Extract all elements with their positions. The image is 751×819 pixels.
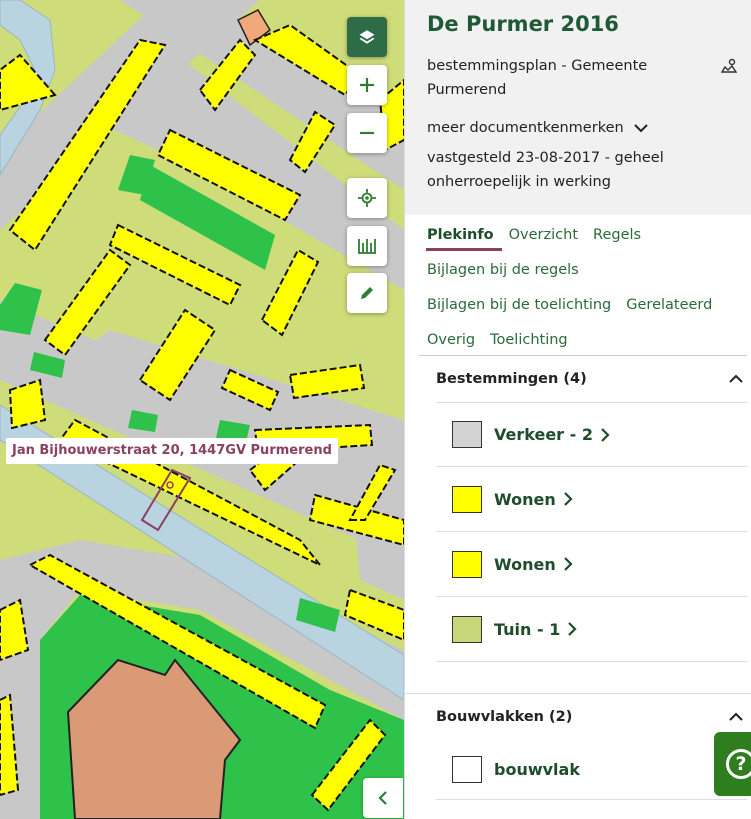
help-button[interactable]: ? <box>714 732 751 796</box>
legend-label: bouwvlak <box>494 760 580 779</box>
chevron-up-icon <box>729 374 743 383</box>
tab-plekinfo[interactable]: Plekinfo <box>426 215 502 251</box>
zoom-in-button[interactable] <box>347 65 387 105</box>
plan-header: De Purmer 2016 bestemmingsplan - Gemeent… <box>405 0 751 215</box>
tab-gerelateerd[interactable]: Gerelateerd <box>626 285 712 320</box>
chevron-right-icon <box>563 557 573 571</box>
bestemmingen-header[interactable]: Bestemmingen (4) <box>405 356 751 402</box>
meta-toggle[interactable]: meer documentkenmerken <box>427 120 737 136</box>
map-canvas[interactable] <box>0 0 404 819</box>
layers-button[interactable] <box>347 17 387 57</box>
chevron-down-icon <box>633 124 648 133</box>
bestemmingen-list: Verkeer - 2 Wonen Wonen Tuin - 1 <box>405 402 751 662</box>
map-view[interactable]: Jan Bijhouwerstraat 20, 1447GV Purmerend <box>0 0 404 819</box>
legend-swatch <box>452 485 482 513</box>
locate-button[interactable] <box>347 178 387 218</box>
legend-label: Wonen <box>494 554 556 574</box>
map-pin-icon[interactable] <box>721 58 737 74</box>
plus-icon <box>360 78 374 92</box>
tab-toelichting[interactable]: Toelichting <box>490 320 568 355</box>
draw-button[interactable] <box>347 273 387 313</box>
legend-label: Tuin - 1 <box>494 619 561 639</box>
tab-regels[interactable]: Regels <box>593 215 641 250</box>
zoom-out-button[interactable] <box>347 113 387 153</box>
bestemmingen-title: Bestemmingen (4) <box>436 371 587 387</box>
list-item[interactable]: Wonen <box>436 532 747 597</box>
help-icon: ? <box>726 749 751 779</box>
chevron-right-icon <box>568 622 577 636</box>
legend-label: Verkeer - 2 <box>494 425 593 444</box>
legend-swatch <box>452 756 482 783</box>
address-label: Jan Bijhouwerstraat 20, 1447GV Purmerend <box>6 438 338 464</box>
tab-bar: Plekinfo Overzicht Regels Bijlagen bij d… <box>405 215 751 355</box>
chevron-up-icon <box>729 712 743 721</box>
section-divider <box>405 662 751 694</box>
tab-overzicht[interactable]: Overzicht <box>509 215 578 250</box>
layers-icon <box>359 30 375 44</box>
info-panel: De Purmer 2016 bestemmingsplan - Gemeent… <box>404 0 751 819</box>
plan-type: bestemmingsplan - Gemeente Purmerend <box>427 58 648 98</box>
list-item[interactable]: Wonen <box>436 467 747 532</box>
tab-overig[interactable]: Overig <box>427 320 475 355</box>
legend-swatch <box>452 421 482 448</box>
legend-label: Wonen <box>494 489 556 509</box>
bouwvlakken-header[interactable]: Bouwvlakken (2) <box>405 694 751 740</box>
meta-toggle-label: meer documentkenmerken <box>427 120 624 136</box>
collapse-panel-button[interactable] <box>363 778 403 818</box>
ruler-icon <box>358 239 376 254</box>
legend-swatch <box>452 615 482 643</box>
tab-bijlagen-regels[interactable]: Bijlagen bij de regels <box>427 250 579 285</box>
list-item[interactable]: bouwvlak <box>436 740 747 800</box>
list-item[interactable]: Tuin - 1 <box>436 597 747 662</box>
minus-icon <box>360 131 374 135</box>
crosshair-icon <box>358 189 376 207</box>
pencil-icon <box>361 287 373 299</box>
plan-title: De Purmer 2016 <box>427 12 619 36</box>
plan-status: vastgesteld 23-08-2017 - geheel onherroe… <box>427 150 664 190</box>
chevron-left-icon <box>378 791 387 805</box>
bouwvlakken-list: bouwvlak <box>405 740 751 800</box>
chevron-right-icon <box>601 427 610 442</box>
chevron-right-icon <box>563 492 573 506</box>
list-item[interactable]: Verkeer - 2 <box>436 402 747 467</box>
tab-bijlagen-toelichting[interactable]: Bijlagen bij de toelichting <box>427 285 611 320</box>
legend-swatch <box>452 550 482 578</box>
bouwvlakken-title: Bouwvlakken (2) <box>436 709 573 725</box>
measure-button[interactable] <box>347 226 387 266</box>
